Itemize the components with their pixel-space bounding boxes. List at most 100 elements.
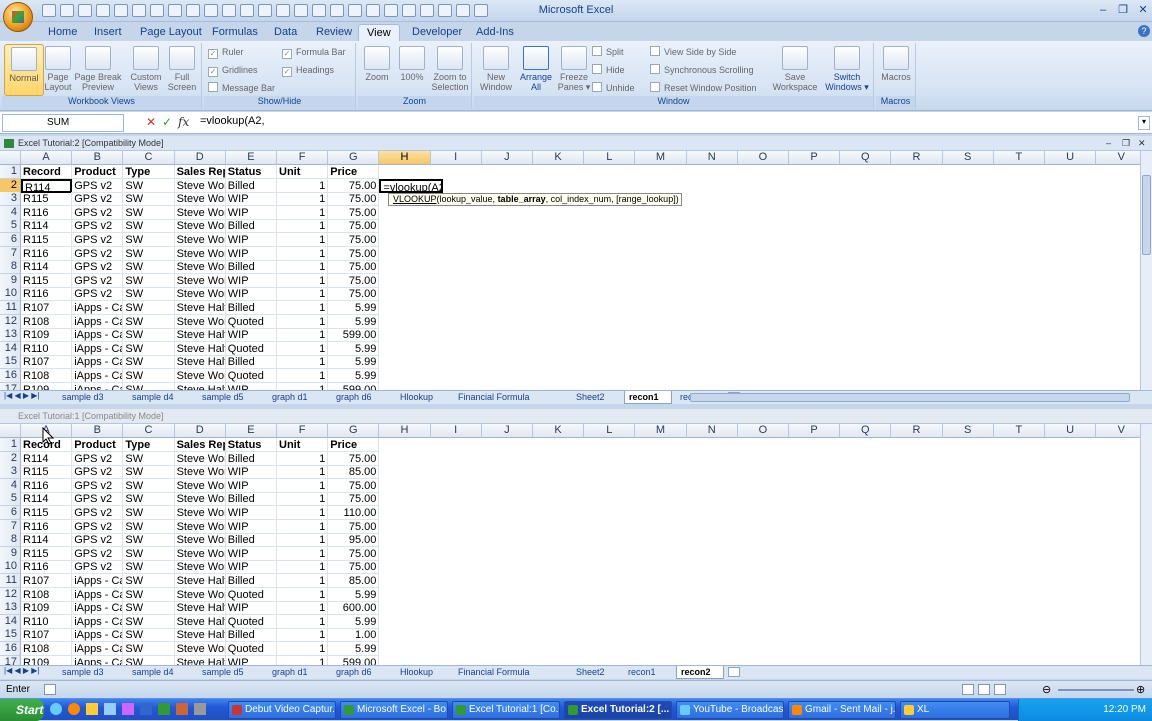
column-header-r[interactable]: R (891, 151, 943, 165)
column-header-k[interactable]: K (533, 424, 585, 438)
table-cell[interactable]: 110.00 (328, 506, 380, 520)
table-cell[interactable]: GPS v2 (72, 533, 124, 548)
table-cell[interactable]: 1 (277, 587, 329, 602)
table-cell[interactable]: 75.00 (328, 178, 380, 193)
table-cell[interactable]: Steve Wor (174, 233, 226, 247)
table-cell[interactable]: 1 (277, 478, 329, 493)
column-header-c[interactable]: C (123, 424, 175, 438)
link-icon[interactable] (402, 4, 416, 17)
table-cell[interactable]: GPS v2 (72, 465, 124, 480)
column-header-m[interactable]: M (635, 151, 687, 165)
table-cell[interactable]: R114 (21, 533, 73, 548)
format-icon[interactable] (276, 4, 290, 17)
table-cell[interactable]: 5.99 (328, 341, 380, 356)
row-header-14[interactable]: 14 (0, 614, 21, 629)
pane1-vertical-scrollbar[interactable] (1140, 151, 1152, 391)
row-header-7[interactable]: 7 (0, 246, 21, 261)
table-cell[interactable]: R114 (21, 178, 73, 193)
column-header-i[interactable]: I (430, 151, 482, 165)
table-cell[interactable]: SW (123, 614, 175, 629)
table-cell[interactable]: SW (123, 369, 175, 383)
table-cell[interactable]: Steve Wor (174, 642, 226, 656)
quicklaunch-excel-icon[interactable] (158, 703, 170, 715)
select-all-corner[interactable] (0, 424, 21, 438)
table-cell[interactable]: 1 (277, 465, 329, 480)
table-cell[interactable]: R107 (21, 355, 73, 370)
table-cell[interactable]: 75.00 (328, 560, 380, 575)
zoom-icon[interactable] (366, 4, 380, 17)
quicklaunch-tool-icon[interactable] (194, 703, 206, 715)
table-cell[interactable]: R115 (21, 273, 73, 288)
sheet-tab-graph-d6[interactable]: graph d6 (332, 391, 392, 404)
active-edit-cell[interactable]: =vlookup(A2, (379, 178, 443, 193)
table-cell[interactable]: 5.99 (328, 614, 380, 629)
save-workspace-button[interactable]: Save Workspace (770, 44, 820, 92)
table-cell[interactable]: 5.99 (328, 587, 380, 602)
sheet-tab-sheet2[interactable]: Sheet2 (572, 391, 620, 404)
table-cell[interactable]: 1 (277, 205, 329, 220)
table-cell[interactable]: GPS v2 (72, 178, 124, 193)
table-cell[interactable]: iApps - Ca (72, 301, 124, 315)
table-cell[interactable]: 75.00 (328, 273, 380, 288)
column-header-p[interactable]: P (789, 424, 841, 438)
table-cell[interactable]: Steve Halfi (174, 601, 226, 616)
table-cell[interactable]: SW (123, 546, 175, 561)
pane1-horizontal-scrollbar[interactable] (690, 393, 1130, 402)
table-cell[interactable]: WIP (225, 465, 277, 480)
row-header-6[interactable]: 6 (0, 233, 21, 247)
help-icon[interactable]: ? (1138, 25, 1150, 37)
sheet-tab-sample-d3[interactable]: sample d3 (58, 391, 124, 404)
table-cell[interactable]: SW (123, 533, 175, 548)
table-cell[interactable]: R109 (21, 601, 73, 616)
table-icon[interactable] (222, 4, 236, 17)
column-header-p[interactable]: P (789, 151, 841, 165)
zoom-button[interactable]: Zoom (360, 44, 394, 82)
table-cell[interactable]: 1 (277, 341, 329, 356)
table-cell[interactable]: 1 (277, 287, 329, 302)
table-cell[interactable]: R108 (21, 587, 73, 602)
message-bar-checkbox[interactable]: Message Bar (208, 81, 275, 95)
row-header-13[interactable]: 13 (0, 328, 21, 343)
table-cell[interactable]: Billed (225, 492, 277, 507)
page-layout-view-icon[interactable] (978, 684, 990, 695)
table-cell[interactable]: Steve Halfi (174, 301, 226, 315)
sheet-tab-sample-d4[interactable]: sample d4 (128, 391, 194, 404)
table-cell[interactable]: R116 (21, 287, 73, 302)
font-icon[interactable] (294, 4, 308, 17)
print-icon[interactable] (114, 4, 128, 17)
table-cell[interactable]: 1 (277, 533, 329, 548)
table-cell[interactable]: 1 (277, 574, 329, 588)
unhide-button[interactable]: Unhide (592, 81, 635, 95)
table-cell[interactable]: Steve Halfi (174, 574, 226, 588)
save-icon[interactable] (42, 4, 56, 17)
column-header-q[interactable]: Q (840, 424, 892, 438)
table-cell[interactable]: Steve Wor (174, 273, 226, 288)
table-cell[interactable]: R116 (21, 519, 73, 534)
column-header-t[interactable]: T (993, 424, 1045, 438)
table-cell[interactable]: GPS v2 (72, 219, 124, 234)
table-cell[interactable]: 75.00 (328, 246, 380, 261)
tab-review[interactable]: Review (308, 24, 360, 41)
table-cell[interactable]: 5.99 (328, 355, 380, 370)
page-layout-view-button[interactable]: Page Layout (38, 44, 78, 92)
split-button[interactable]: Split (592, 45, 624, 59)
column-header-t[interactable]: T (993, 151, 1045, 165)
table-cell[interactable]: Steve Wor (174, 506, 226, 520)
table-cell[interactable]: Steve Wor (174, 519, 226, 534)
freeze-panes-button[interactable]: Freeze Panes ▾ (554, 44, 594, 92)
table-cell[interactable]: Steve Halfi (174, 355, 226, 370)
cancel-icon[interactable]: ✕ (146, 115, 156, 129)
table-cell[interactable]: R110 (21, 614, 73, 629)
protect-icon[interactable] (456, 4, 470, 17)
table-cell[interactable]: 1 (277, 560, 329, 575)
tab-add-ins[interactable]: Add-Ins (468, 24, 522, 41)
table-cell[interactable]: R107 (21, 301, 73, 315)
zoom-slider[interactable] (1058, 689, 1134, 691)
sheet-tab-sample-d5[interactable]: sample d5 (198, 666, 264, 679)
quicklaunch-app-icon[interactable] (104, 703, 116, 715)
tab-developer[interactable]: Developer (404, 24, 470, 41)
header-cell[interactable]: Price (328, 438, 380, 452)
table-cell[interactable]: Quoted (225, 642, 277, 656)
table-cell[interactable]: R114 (21, 492, 73, 507)
tab-page-layout[interactable]: Page Layout (132, 24, 210, 41)
